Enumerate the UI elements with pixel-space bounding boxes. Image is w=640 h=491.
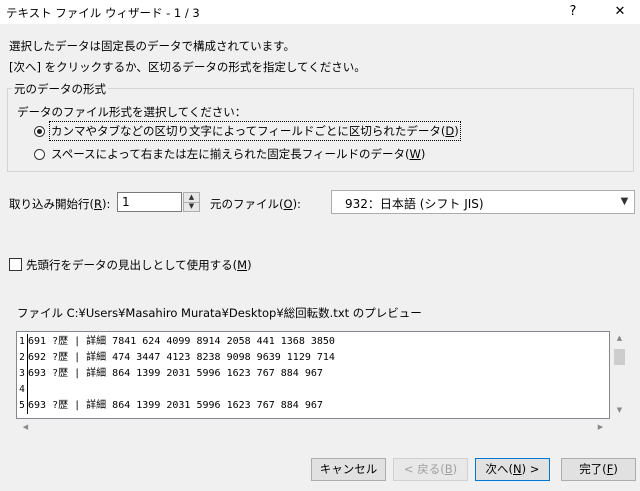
row-number: 3 (17, 366, 28, 382)
row-text: 692 ?歴 | 詳細 474 3447 4123 8238 9098 9639… (28, 352, 335, 363)
start-row-label: 取り込み開始行(R): (9, 197, 111, 211)
close-icon: ✕ (614, 4, 626, 19)
scroll-right-icon[interactable]: ▶ (592, 423, 609, 431)
scroll-down-icon[interactable]: ▼ (611, 406, 628, 414)
preview-pane[interactable]: 1 691 ?歴 | 詳細 7841 624 4099 8914 2058 441… (16, 331, 610, 419)
source-format-group-label: 元のデータの形式 (12, 81, 108, 97)
preview-label: ファイル C:¥Users¥Masahiro Murata¥Desktop¥総回… (17, 306, 422, 320)
intro-line-1: 選択したデータは固定長のデータで構成されています。 (9, 39, 296, 53)
radio-fixed-width-label[interactable]: スペースによって右または左に揃えられた固定長フィールドのデータ(W) (51, 146, 425, 162)
radio-delimited-label[interactable]: カンマやタブなどの区切り文字によってフィールドごとに区切られたデータ(D) (49, 121, 461, 141)
radio-delimited[interactable] (34, 126, 45, 137)
radio-fixed-width[interactable] (34, 149, 45, 160)
start-row-spinner[interactable]: ▲ ▼ (183, 192, 200, 212)
back-button[interactable]: < 戻る(B) (393, 458, 468, 481)
row-text: 691 ?歴 | 詳細 7841 624 4099 8914 2058 441 … (28, 336, 335, 347)
cancel-button[interactable]: キャンセル (311, 458, 386, 481)
row-number: 2 (17, 350, 28, 366)
file-format-prompt: データのファイル形式を選択してください： (17, 105, 247, 119)
preview-row: 2 692 ?歴 | 詳細 474 3447 4123 8238 9098 963… (17, 350, 609, 366)
next-button[interactable]: 次へ(N) > (475, 458, 550, 481)
file-origin-value: 932：日本語 (シフト JIS) (345, 197, 484, 211)
file-origin-label: 元のファイル(O): (210, 197, 301, 211)
close-button[interactable]: ✕ (600, 0, 640, 24)
preview-row: 4 (17, 382, 609, 398)
intro-line-2: [次へ] をクリックするか、区切るデータの形式を指定してください。 (9, 60, 366, 74)
preview-row: 3 693 ?歴 | 詳細 864 1399 2031 5996 1623 767… (17, 366, 609, 382)
header-row-checkbox-label[interactable]: 先頭行をデータの見出しとして使用する(M) (26, 257, 252, 273)
scroll-up-icon[interactable]: ▲ (611, 334, 628, 342)
header-row-checkbox[interactable] (9, 258, 22, 271)
help-button[interactable]: ? (553, 0, 593, 24)
row-text: 693 ?歴 | 詳細 864 1399 2031 5996 1623 767 … (28, 368, 323, 379)
spin-down-icon[interactable]: ▼ (184, 202, 199, 211)
radio-selected-dot (37, 129, 42, 134)
row-number: 1 (17, 334, 28, 350)
preview-row: 1 691 ?歴 | 詳細 7841 624 4099 8914 2058 441… (17, 334, 609, 350)
start-row-input[interactable]: 1 (117, 192, 182, 212)
row-number: 4 (17, 382, 28, 398)
row-text: 693 ?歴 | 詳細 864 1399 2031 5996 1623 767 … (28, 400, 323, 411)
row-number: 5 (17, 398, 28, 414)
finish-button[interactable]: 完了(F) (561, 458, 636, 481)
chevron-down-icon[interactable]: ▼ (615, 191, 634, 213)
preview-horizontal-scrollbar[interactable] (16, 420, 610, 437)
window-title: テキスト ファイル ウィザード - 1 / 3 (6, 6, 200, 20)
preview-row: 5 693 ?歴 | 詳細 864 1399 2031 5996 1623 767… (17, 398, 609, 414)
scroll-left-icon[interactable]: ◀ (17, 423, 34, 431)
vertical-scroll-thumb[interactable] (614, 349, 625, 365)
